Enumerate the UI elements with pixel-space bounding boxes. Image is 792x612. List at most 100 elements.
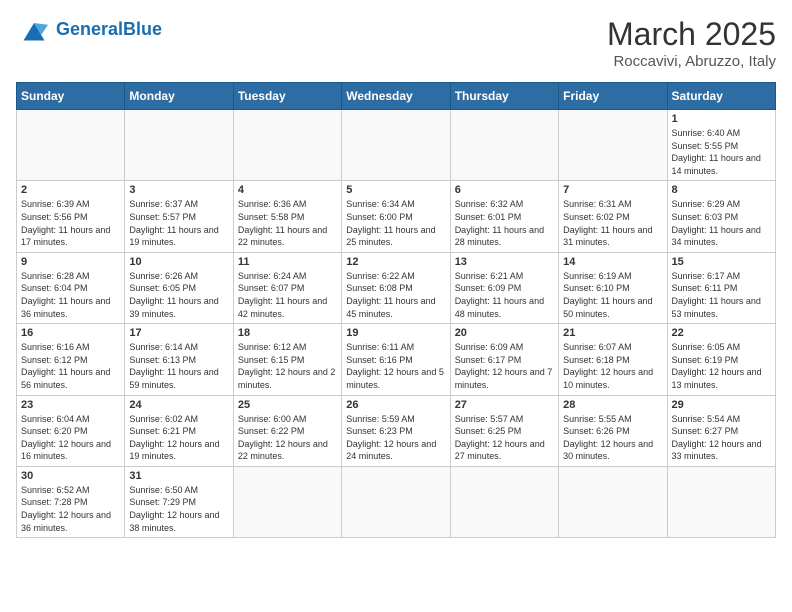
day-number: 30 [21, 470, 120, 482]
day-number: 29 [672, 399, 771, 411]
day-info: Sunrise: 5:57 AM Sunset: 6:25 PM Dayligh… [455, 413, 554, 463]
day-cell: 12 Sunrise: 6:22 AM Sunset: 6:08 PM Dayli… [342, 252, 450, 323]
day-number: 11 [238, 256, 337, 268]
title-block: March 2025 Roccavivi, Abruzzo, Italy [607, 16, 776, 70]
day-number: 3 [129, 184, 228, 196]
day-info: Sunrise: 6:40 AM Sunset: 5:55 PM Dayligh… [672, 127, 771, 177]
day-cell: 3Sunrise: 6:37 AM Sunset: 5:57 PM Daylig… [125, 181, 233, 252]
calendar: SundayMondayTuesdayWednesdayThursdayFrid… [16, 82, 776, 538]
day-info: Sunrise: 6:00 AM Sunset: 6:22 PM Dayligh… [238, 413, 337, 463]
day-info: Sunrise: 6:28 AM Sunset: 6:04 PM Dayligh… [21, 270, 120, 320]
week-row-1: 1 Sunrise: 6:40 AM Sunset: 5:55 PM Daylig… [17, 110, 776, 181]
day-cell: 17 Sunrise: 6:14 AM Sunset: 6:13 PM Dayli… [125, 324, 233, 395]
day-info: Sunrise: 6:02 AM Sunset: 6:21 PM Dayligh… [129, 413, 228, 463]
day-cell: 11 Sunrise: 6:24 AM Sunset: 6:07 PM Dayli… [233, 252, 341, 323]
day-cell: 29 Sunrise: 5:54 AM Sunset: 6:27 PM Dayli… [667, 395, 775, 466]
day-info: Sunrise: 6:39 AM Sunset: 5:56 PM Dayligh… [21, 198, 120, 248]
day-info: Sunrise: 6:17 AM Sunset: 6:11 PM Dayligh… [672, 270, 771, 320]
day-number: 20 [455, 327, 554, 339]
week-row-2: 2Sunrise: 6:39 AM Sunset: 5:56 PM Daylig… [17, 181, 776, 252]
day-info: Sunrise: 6:31 AM Sunset: 6:02 PM Dayligh… [563, 198, 662, 248]
day-number: 18 [238, 327, 337, 339]
day-info: Sunrise: 6:24 AM Sunset: 6:07 PM Dayligh… [238, 270, 337, 320]
logo-blue: Blue [123, 19, 162, 39]
day-number: 6 [455, 184, 554, 196]
day-cell: 23Sunrise: 6:04 AM Sunset: 6:20 PM Dayli… [17, 395, 125, 466]
day-number: 7 [563, 184, 662, 196]
day-info: Sunrise: 6:07 AM Sunset: 6:18 PM Dayligh… [563, 341, 662, 391]
day-cell: 15Sunrise: 6:17 AM Sunset: 6:11 PM Dayli… [667, 252, 775, 323]
day-cell: 24 Sunrise: 6:02 AM Sunset: 6:21 PM Dayli… [125, 395, 233, 466]
day-info: Sunrise: 6:29 AM Sunset: 6:03 PM Dayligh… [672, 198, 771, 248]
logo: GeneralBlue [16, 16, 162, 44]
day-info: Sunrise: 6:26 AM Sunset: 6:05 PM Dayligh… [129, 270, 228, 320]
day-number: 17 [129, 327, 228, 339]
logo-icon [16, 16, 52, 44]
day-cell: 4Sunrise: 6:36 AM Sunset: 5:58 PM Daylig… [233, 181, 341, 252]
day-cell: 27 Sunrise: 5:57 AM Sunset: 6:25 PM Dayli… [450, 395, 558, 466]
day-number: 25 [238, 399, 337, 411]
weekday-sunday: Sunday [17, 83, 125, 110]
day-cell: 6 Sunrise: 6:32 AM Sunset: 6:01 PM Daylig… [450, 181, 558, 252]
day-cell: 19 Sunrise: 6:11 AM Sunset: 6:16 PM Dayli… [342, 324, 450, 395]
day-info: Sunrise: 6:34 AM Sunset: 6:00 PM Dayligh… [346, 198, 445, 248]
day-number: 10 [129, 256, 228, 268]
day-info: Sunrise: 6:12 AM Sunset: 6:15 PM Dayligh… [238, 341, 337, 391]
day-cell: 13 Sunrise: 6:21 AM Sunset: 6:09 PM Dayli… [450, 252, 558, 323]
day-number: 5 [346, 184, 445, 196]
day-cell: 2Sunrise: 6:39 AM Sunset: 5:56 PM Daylig… [17, 181, 125, 252]
week-row-3: 9 Sunrise: 6:28 AM Sunset: 6:04 PM Daylig… [17, 252, 776, 323]
logo-general: General [56, 19, 123, 39]
day-info: Sunrise: 6:21 AM Sunset: 6:09 PM Dayligh… [455, 270, 554, 320]
day-cell: 9 Sunrise: 6:28 AM Sunset: 6:04 PM Daylig… [17, 252, 125, 323]
day-cell: 1 Sunrise: 6:40 AM Sunset: 5:55 PM Daylig… [667, 110, 775, 181]
day-number: 9 [21, 256, 120, 268]
day-number: 12 [346, 256, 445, 268]
day-cell: 7 Sunrise: 6:31 AM Sunset: 6:02 PM Daylig… [559, 181, 667, 252]
day-number: 14 [563, 256, 662, 268]
day-cell: 25 Sunrise: 6:00 AM Sunset: 6:22 PM Dayli… [233, 395, 341, 466]
day-info: Sunrise: 5:59 AM Sunset: 6:23 PM Dayligh… [346, 413, 445, 463]
day-info: Sunrise: 5:54 AM Sunset: 6:27 PM Dayligh… [672, 413, 771, 463]
weekday-friday: Friday [559, 83, 667, 110]
day-number: 24 [129, 399, 228, 411]
day-cell: 14Sunrise: 6:19 AM Sunset: 6:10 PM Dayli… [559, 252, 667, 323]
day-cell: 8Sunrise: 6:29 AM Sunset: 6:03 PM Daylig… [667, 181, 775, 252]
day-cell [559, 466, 667, 537]
day-cell [233, 110, 341, 181]
day-cell: 5 Sunrise: 6:34 AM Sunset: 6:00 PM Daylig… [342, 181, 450, 252]
day-info: Sunrise: 6:16 AM Sunset: 6:12 PM Dayligh… [21, 341, 120, 391]
day-cell: 28Sunrise: 5:55 AM Sunset: 6:26 PM Dayli… [559, 395, 667, 466]
day-info: Sunrise: 6:52 AM Sunset: 7:28 PM Dayligh… [21, 484, 120, 534]
day-cell: 30 Sunrise: 6:52 AM Sunset: 7:28 PM Dayli… [17, 466, 125, 537]
day-cell: 22Sunrise: 6:05 AM Sunset: 6:19 PM Dayli… [667, 324, 775, 395]
weekday-tuesday: Tuesday [233, 83, 341, 110]
day-number: 13 [455, 256, 554, 268]
day-info: Sunrise: 6:14 AM Sunset: 6:13 PM Dayligh… [129, 341, 228, 391]
day-number: 31 [129, 470, 228, 482]
weekday-wednesday: Wednesday [342, 83, 450, 110]
day-cell [17, 110, 125, 181]
weekday-monday: Monday [125, 83, 233, 110]
location: Roccavivi, Abruzzo, Italy [607, 53, 776, 70]
day-cell [125, 110, 233, 181]
weekday-header-row: SundayMondayTuesdayWednesdayThursdayFrid… [17, 83, 776, 110]
day-number: 16 [21, 327, 120, 339]
day-cell: 21Sunrise: 6:07 AM Sunset: 6:18 PM Dayli… [559, 324, 667, 395]
day-cell [233, 466, 341, 537]
day-cell [559, 110, 667, 181]
day-cell: 31Sunrise: 6:50 AM Sunset: 7:29 PM Dayli… [125, 466, 233, 537]
day-number: 19 [346, 327, 445, 339]
day-number: 4 [238, 184, 337, 196]
day-info: Sunrise: 6:22 AM Sunset: 6:08 PM Dayligh… [346, 270, 445, 320]
day-cell: 26Sunrise: 5:59 AM Sunset: 6:23 PM Dayli… [342, 395, 450, 466]
day-info: Sunrise: 6:32 AM Sunset: 6:01 PM Dayligh… [455, 198, 554, 248]
day-cell: 20Sunrise: 6:09 AM Sunset: 6:17 PM Dayli… [450, 324, 558, 395]
week-row-6: 30 Sunrise: 6:52 AM Sunset: 7:28 PM Dayli… [17, 466, 776, 537]
day-number: 1 [672, 113, 771, 125]
day-info: Sunrise: 6:11 AM Sunset: 6:16 PM Dayligh… [346, 341, 445, 391]
page-header: GeneralBlue March 2025 Roccavivi, Abruzz… [16, 16, 776, 70]
day-cell: 16 Sunrise: 6:16 AM Sunset: 6:12 PM Dayli… [17, 324, 125, 395]
day-number: 27 [455, 399, 554, 411]
day-cell [342, 110, 450, 181]
